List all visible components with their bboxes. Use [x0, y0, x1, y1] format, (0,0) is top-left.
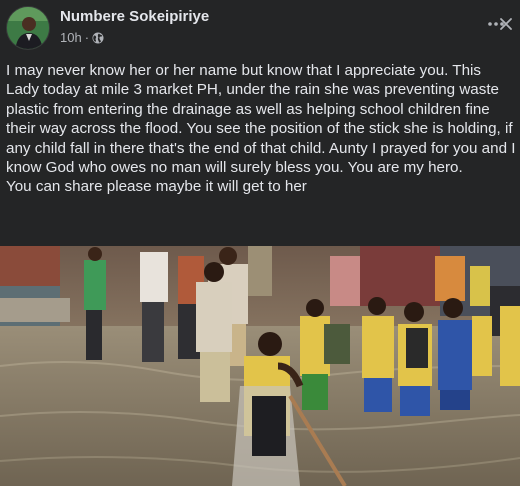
- author-avatar[interactable]: [6, 6, 50, 50]
- post-header: Numbere Sokeipiriye 10h ·: [0, 0, 520, 56]
- post-meta: 10h ·: [60, 30, 104, 45]
- facebook-post: Numbere Sokeipiriye 10h · I may never kn…: [0, 0, 520, 486]
- close-icon: [500, 18, 512, 30]
- meta-separator: ·: [84, 30, 90, 45]
- author-name[interactable]: Numbere Sokeipiriye: [60, 8, 209, 25]
- close-button[interactable]: [496, 12, 516, 36]
- post-message: I may never know her or her name but kno…: [6, 62, 516, 196]
- post-photo[interactable]: [0, 246, 520, 486]
- globe-icon[interactable]: [92, 32, 104, 44]
- post-timestamp[interactable]: 10h: [60, 30, 82, 45]
- flooded-street-photo: [0, 246, 520, 486]
